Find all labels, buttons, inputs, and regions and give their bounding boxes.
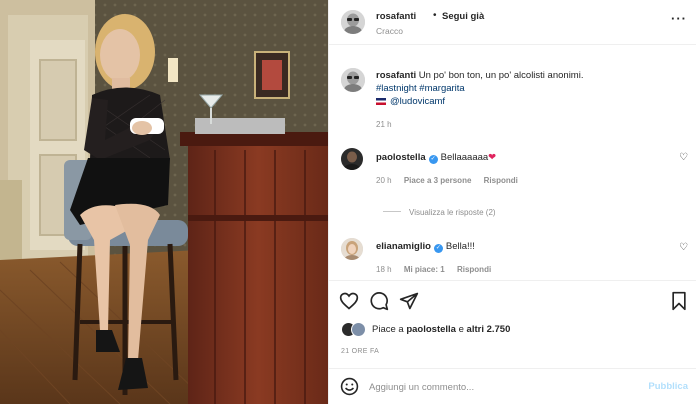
more-icon[interactable]: ···: [671, 11, 687, 26]
replies-line: [383, 211, 401, 212]
comment-body: Bella!!!: [445, 241, 475, 252]
share-icon-svg: [399, 292, 419, 310]
comment-avatar[interactable]: [341, 238, 363, 260]
comment-username[interactable]: paolostella: [376, 152, 426, 163]
emoji-icon[interactable]: [340, 377, 359, 396]
flag-icon: [376, 98, 386, 105]
comment-text: elianamiglio ✓ Bella!!!: [376, 241, 475, 253]
comment-avatar[interactable]: [341, 148, 363, 170]
view-replies-label: Visualizza le risposte (2): [409, 208, 496, 217]
emoji-icon-svg: [340, 377, 359, 396]
likes-joiner: e: [458, 324, 464, 335]
publish-button[interactable]: Pubblica: [648, 381, 688, 392]
likes-others[interactable]: altri 2.750: [467, 324, 511, 335]
posted-time: 21 ORE FA: [341, 348, 380, 355]
author-avatar-image: [341, 10, 365, 34]
verified-icon: ✓: [428, 155, 438, 164]
caption-username[interactable]: rosafanti: [376, 70, 416, 81]
follow-button[interactable]: Segui già: [442, 11, 484, 22]
comment-avatar-image: [341, 238, 363, 260]
likes-text: Piace a paolostella e altri 2.750: [372, 324, 510, 335]
post-header: rosafanti • Segui già Cracco ···: [329, 0, 696, 45]
share-icon[interactable]: [399, 291, 419, 311]
comment-like-icon[interactable]: ♡: [679, 242, 688, 253]
photo-scene: [0, 0, 328, 404]
caption-avatar-image: [341, 68, 365, 92]
comment-input[interactable]: [369, 379, 629, 395]
comment-meta: 18 h Mi piace: 1 Rispondi: [376, 265, 501, 274]
comment-icon[interactable]: [369, 291, 389, 311]
comment-username[interactable]: elianamiglio: [376, 241, 431, 252]
caption-body: Un po' bon ton, un po' alcolisti anonimi…: [418, 70, 584, 81]
comment-likes[interactable]: Piace a 3 persone: [404, 176, 472, 185]
author-avatar[interactable]: [341, 10, 365, 34]
add-comment-bar: Pubblica: [329, 368, 696, 404]
comment-time: 20 h: [376, 176, 392, 185]
author-username[interactable]: rosafanti: [376, 11, 416, 22]
heart-icon-svg: [339, 292, 359, 310]
post-panel: rosafanti • Segui già Cracco ··· rosafan…: [328, 0, 696, 404]
view-replies[interactable]: Visualizza le risposte (2): [383, 208, 496, 217]
heart-emoji: ❤: [488, 152, 497, 163]
caption-text: rosafanti Un po' bon ton, un po' alcolis…: [376, 69, 676, 108]
caption-time: 21 h: [376, 120, 392, 129]
liker-avatar: [351, 322, 366, 337]
post-photo[interactable]: [0, 0, 328, 404]
heart-icon[interactable]: [339, 291, 359, 311]
comment-like-icon[interactable]: ♡: [679, 152, 688, 163]
comment-likes[interactable]: Mi piace: 1: [404, 265, 445, 274]
comment-body: Bellaaaaaa: [440, 152, 489, 163]
comment-time: 18 h: [376, 265, 392, 274]
caption-avatar[interactable]: [341, 68, 365, 92]
caption-mention[interactable]: @ludovicamf: [390, 96, 445, 107]
bookmark-icon-svg: [672, 291, 686, 311]
bookmark-icon[interactable]: [669, 291, 689, 311]
post-actions: Piace a paolostella e altri 2.750 21 ORE…: [329, 280, 696, 380]
verified-icon: ✓: [433, 244, 443, 253]
reply-button[interactable]: Rispondi: [484, 176, 518, 185]
likes-prefix: Piace a: [372, 324, 404, 335]
post-location[interactable]: Cracco: [376, 26, 403, 36]
comment-icon-svg: [370, 292, 389, 311]
separator-dot: •: [433, 10, 437, 21]
likes-user[interactable]: paolostella: [406, 324, 456, 335]
reply-button[interactable]: Rispondi: [457, 265, 491, 274]
comment-meta: 20 h Piace a 3 persone Rispondi: [376, 176, 528, 185]
comment-avatar-image: [341, 148, 363, 170]
caption-hashtags[interactable]: #lastnight #margarita: [376, 83, 465, 94]
comment-text: paolostella ✓ Bellaaaaaa❤: [376, 152, 496, 164]
